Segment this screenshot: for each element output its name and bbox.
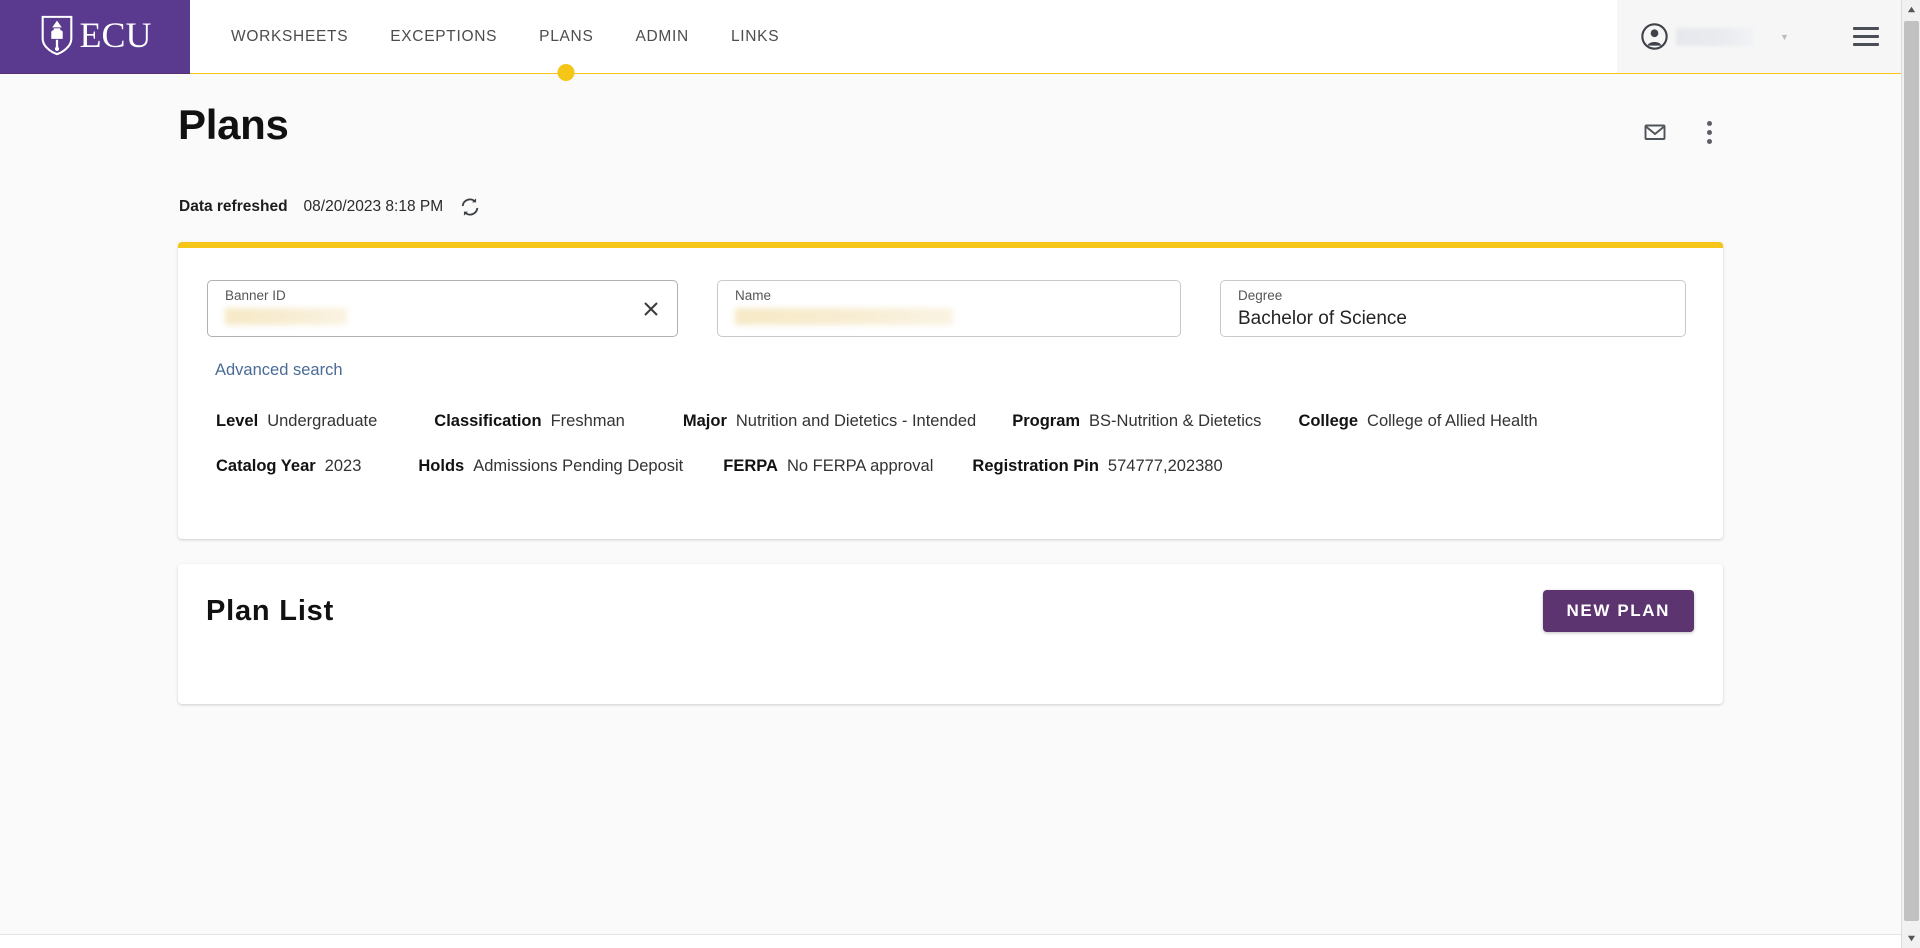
page-header: Plans [178,104,1723,146]
info-item-holds: Holds Admissions Pending Deposit [418,457,683,476]
user-dropdown-caret-icon[interactable]: ▼ [1780,32,1789,42]
new-plan-button[interactable]: NEW PLAN [1542,590,1694,632]
info-item-classification: Classification Freshman [434,412,625,431]
student-search-card: Banner ID Name Degree Bachelor of Scienc… [178,242,1723,539]
nav-item-exceptions[interactable]: EXCEPTIONS [369,0,518,73]
name-label: Name [735,288,772,303]
page-content: Plans Data refreshed 08/20/2023 8:18 PM [0,74,1901,948]
info-item-catalog-year: Catalog Year 2023 [216,457,361,476]
nav-item-links[interactable]: LINKS [710,0,800,73]
user-name-redacted [1676,27,1754,46]
degree-label: Degree [1238,288,1283,303]
page-title: Plans [178,101,289,148]
scroll-down-arrow-icon[interactable] [1902,929,1920,948]
user-circle-icon[interactable] [1641,23,1668,50]
banner-id-value-redacted [225,308,347,326]
degree-value: Bachelor of Science [1238,308,1407,330]
name-value-redacted [735,308,953,326]
info-item-college: College College of Allied Health [1298,412,1537,431]
info-key: Major [682,412,727,430]
student-info-row-1: Level Undergraduate Classification Fresh… [216,412,1676,457]
data-refreshed-row: Data refreshed 08/20/2023 8:18 PM [179,196,481,218]
nav-label: EXCEPTIONS [390,27,498,45]
ecu-shield-icon [41,15,72,55]
data-refreshed-value: 08/20/2023 8:18 PM [303,198,444,215]
info-key: Holds [418,457,465,475]
plan-list-card: Plan List NEW PLAN [178,564,1723,704]
active-nav-indicator [557,64,575,81]
plan-list-header: Plan List NEW PLAN [206,590,1694,632]
hamburger-menu-icon[interactable] [1853,27,1879,46]
info-value: BS-Nutrition & Dietetics [1089,412,1262,430]
clear-banner-id-button[interactable] [641,299,661,319]
info-key: College [1298,412,1359,430]
kebab-menu-icon[interactable] [1695,118,1723,146]
envelope-icon[interactable] [1641,118,1669,146]
info-item-registration-pin: Registration Pin 574777,202380 [972,457,1222,476]
info-value: Freshman [550,412,625,430]
ecu-wordmark: ECU [79,14,152,55]
nav-item-worksheets[interactable]: WORKSHEETS [210,0,369,73]
student-info-row-2: Catalog Year 2023 Holds Admissions Pendi… [216,457,1676,502]
page-header-actions [1641,104,1723,146]
info-key: FERPA [723,457,778,475]
banner-id-field[interactable]: Banner ID [207,280,678,337]
info-key: Level [216,412,259,430]
name-field[interactable]: Name [717,280,1181,337]
refresh-sync-icon[interactable] [459,196,481,218]
nav-label: ADMIN [635,27,689,45]
advanced-search-link[interactable]: Advanced search [215,361,343,380]
plan-list-title: Plan List [206,594,335,627]
nav-item-admin[interactable]: ADMIN [615,0,710,73]
info-value: 574777,202380 [1107,457,1223,475]
search-fields-row: Banner ID Name Degree Bachelor of Scienc… [207,280,1686,337]
info-item-program: Program BS-Nutrition & Dietetics [1012,412,1261,431]
info-key: Program [1012,412,1081,430]
info-item-ferpa: FERPA No FERPA approval [723,457,933,476]
nav-item-plans[interactable]: PLANS [518,0,614,81]
ecu-logo[interactable]: ECU [0,0,190,73]
info-key: Registration Pin [972,457,1099,475]
main-nav-links: WORKSHEETS EXCEPTIONS PLANS ADMIN LINKS [190,0,1617,81]
info-value: 2023 [324,457,362,475]
student-info-block: Level Undergraduate Classification Fresh… [216,412,1676,502]
info-key: Catalog Year [216,457,316,475]
info-key: Classification [434,412,542,430]
info-value: No FERPA approval [786,457,934,475]
close-x-icon [644,301,658,316]
nav-label: LINKS [730,27,780,45]
data-refreshed-label: Data refreshed [179,198,288,215]
top-navigation-bar: ECU WORKSHEETS EXCEPTIONS PLANS ADMIN LI… [0,0,1901,81]
vertical-scrollbar[interactable] [1901,0,1920,948]
scrollbar-thumb[interactable] [1904,21,1919,921]
app-viewport: ECU WORKSHEETS EXCEPTIONS PLANS ADMIN LI… [0,0,1920,948]
info-value: Undergraduate [267,412,378,430]
user-area: ▼ [1617,0,1901,73]
degree-field[interactable]: Degree Bachelor of Science [1220,280,1686,337]
info-value: College of Allied Health [1367,412,1538,430]
banner-id-label: Banner ID [225,288,286,303]
info-value: Nutrition and Dietetics - Intended [735,412,977,430]
info-item-major: Major Nutrition and Dietetics - Intended [683,412,976,431]
nav-label: PLANS [539,27,594,45]
info-item-level: Level Undergraduate [216,412,377,431]
page-footer: Ellucian Degree Works - © Copyright 1995… [0,935,1901,948]
nav-label: WORKSHEETS [231,27,349,45]
info-value: Admissions Pending Deposit [473,457,684,475]
scroll-up-arrow-icon[interactable] [1902,0,1920,19]
